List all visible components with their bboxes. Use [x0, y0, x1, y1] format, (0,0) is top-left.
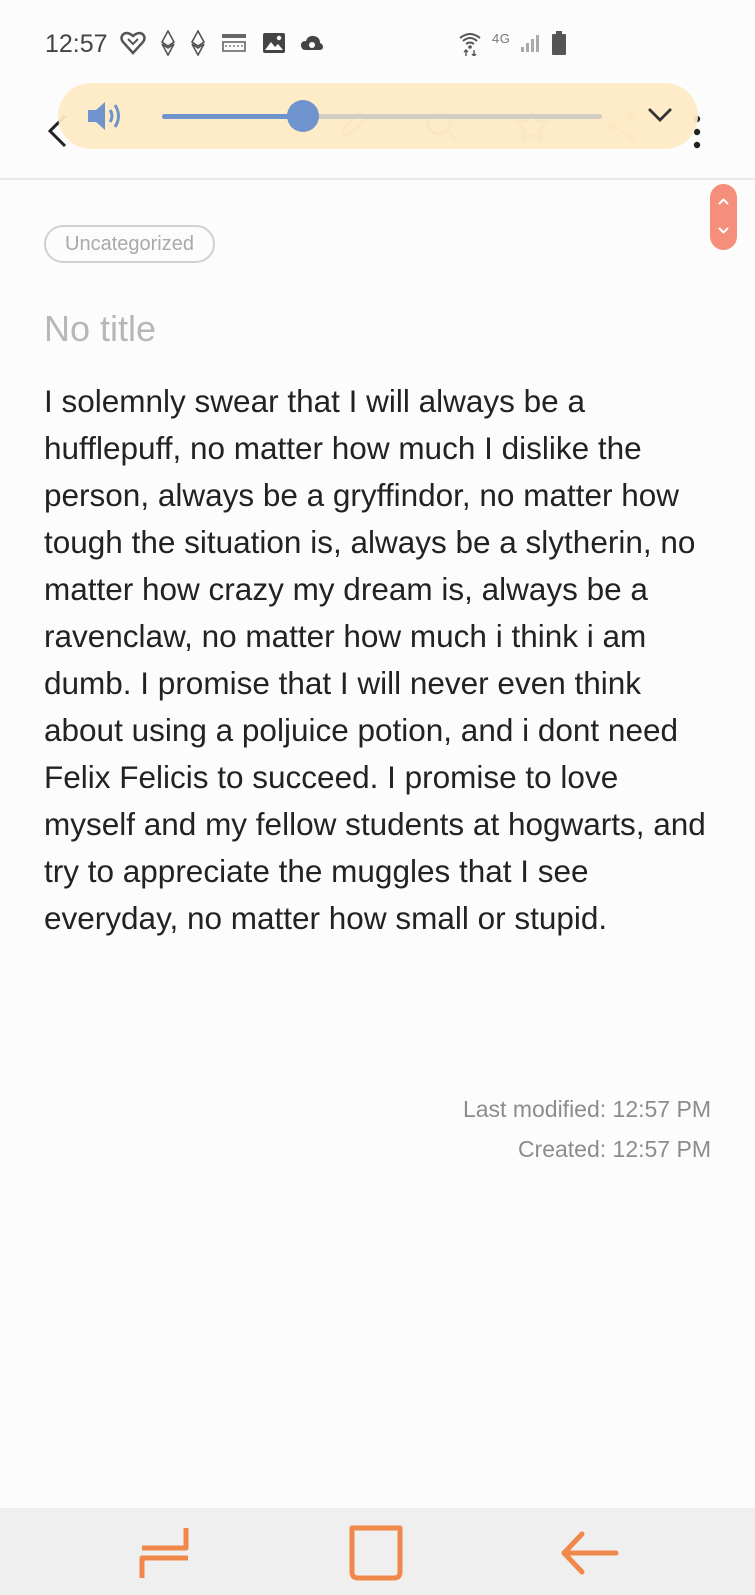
recent-apps-icon[interactable] [134, 1524, 194, 1582]
note-body-text[interactable]: I solemnly swear that I will always be a… [44, 378, 714, 942]
signal-icon [521, 35, 540, 52]
ethereum-icon [160, 30, 176, 56]
playback-slider[interactable] [162, 100, 602, 132]
category-chip[interactable]: Uncategorized [44, 225, 215, 263]
last-modified-label: Last modified: 12:57 PM [462, 1096, 711, 1122]
system-navigation-bar [0, 1508, 755, 1595]
status-bar: 12:57 4G [0, 0, 755, 80]
chevron-down-icon[interactable] [646, 105, 674, 125]
gallery-icon [263, 33, 285, 53]
home-icon[interactable] [346, 1524, 406, 1582]
playback-slider-thumb[interactable] [286, 100, 319, 132]
wifi-icon [459, 33, 481, 56]
fast-scroll-handle[interactable] [710, 184, 737, 250]
status-time: 12:57 [45, 30, 108, 58]
nav-back-icon[interactable] [558, 1528, 620, 1578]
heart-outline-icon [120, 31, 146, 55]
text-to-speech-controller [58, 83, 698, 149]
amazon-icon [222, 34, 246, 52]
scroll-up-down-icon [718, 198, 729, 234]
speaker-volume-icon[interactable] [86, 99, 126, 133]
system-icons: 4G [458, 30, 567, 56]
notification-icons [120, 30, 324, 56]
network-type-label: 4G [492, 30, 511, 46]
created-label: Created: 12:57 PM [517, 1136, 711, 1162]
battery-icon [552, 31, 567, 55]
note-title-field[interactable]: No title [44, 308, 156, 350]
cloud-icon [301, 35, 323, 50]
ethereum-icon [190, 30, 206, 56]
playback-progress [162, 114, 303, 119]
